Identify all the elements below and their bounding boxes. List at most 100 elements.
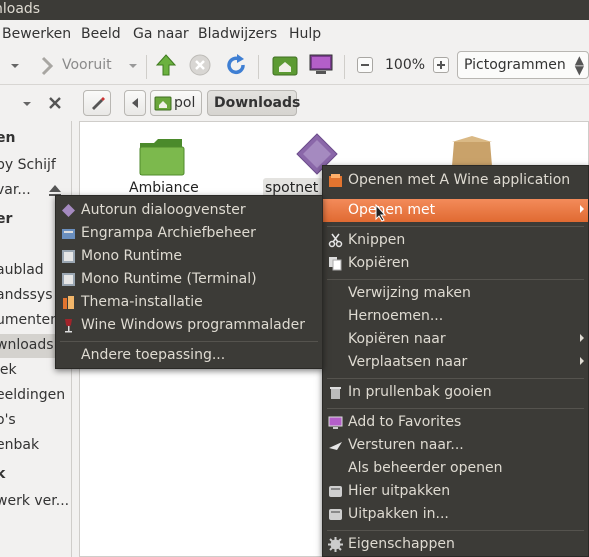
file-label-ambiance[interactable]: Ambiance [129, 180, 199, 196]
submenu-item-other-application[interactable]: Andere toepassing... [56, 344, 322, 367]
file-label-spotnet[interactable]: spotnet [265, 180, 318, 196]
theme-icon [63, 296, 74, 309]
submenu-arrow-icon [580, 357, 584, 365]
menu-item-open-with[interactable]: Openen met [323, 199, 588, 222]
sidebar-item-bestandssysteem[interactable]: andssys [0, 287, 53, 303]
menu-item-extract-to[interactable]: Uitpakken in... [323, 503, 588, 526]
sidebar-item-netwerk[interactable]: werk ver... [0, 493, 69, 509]
dropdown-arrow-icon[interactable] [10, 61, 20, 71]
copy-icon [329, 257, 342, 271]
scissors-icon [328, 233, 343, 248]
breadcrumb-home-label: pol [174, 95, 196, 111]
submenu-item-label: Mono Runtime (Terminal) [81, 271, 257, 287]
submenu-arrow-icon [580, 334, 584, 342]
path-back-button[interactable] [124, 90, 146, 116]
toolbar-separator [258, 55, 259, 79]
forward-button-label[interactable]: Vooruit [62, 57, 112, 73]
menu-item-open-as-admin[interactable]: Als beheerder openen [323, 457, 588, 480]
breadcrumb-current[interactable]: Downloads [207, 90, 301, 116]
archive-icon[interactable] [450, 136, 494, 166]
menu-item-extract-here[interactable]: Hier uitpakken [323, 480, 588, 503]
dropdown-arrow-icon[interactable] [22, 99, 32, 109]
breadcrumb-current-label: Downloads [214, 95, 301, 111]
trash-icon [330, 387, 341, 399]
submenu-item-label: Wine Windows programmalader [81, 317, 306, 333]
send-icon [329, 442, 342, 450]
mono-terminal-icon [62, 273, 75, 286]
menu-separator [327, 378, 584, 379]
window-titlebar: nloads [0, 0, 589, 20]
menu-item-label: Uitpakken in... [348, 506, 449, 522]
menu-item-label: Hernoemen... [348, 308, 444, 324]
menu-item-properties[interactable]: Eigenschappen [323, 533, 588, 556]
menu-item-label: Kopiëren naar [348, 331, 446, 347]
submenu-item-theme-installer[interactable]: Thema-installatie [56, 291, 322, 314]
menu-ga-naar[interactable]: Ga naar [133, 26, 189, 42]
extract-to-icon [329, 509, 342, 520]
menu-item-move-to[interactable]: Verplaatsen naar [323, 351, 588, 374]
menu-bladwijzers[interactable]: Bladwijzers [198, 26, 277, 42]
sidebar-item-floppy[interactable]: py Schijf [0, 157, 56, 173]
location-bar: pol Downloads [0, 86, 589, 120]
submenu-item-mono-runtime-terminal[interactable]: Mono Runtime (Terminal) [56, 268, 322, 291]
sidebar-item-muziek[interactable]: iek [0, 362, 17, 378]
menu-item-label: Versturen naar... [348, 437, 464, 453]
menu-item-label: Openen met A Wine application [348, 172, 571, 188]
stop-icon[interactable] [189, 54, 211, 76]
up-arrow-icon[interactable] [155, 53, 177, 77]
zoom-in-button[interactable] [433, 57, 449, 73]
menu-item-add-to-favorites[interactable]: Add to Favorites [323, 411, 588, 434]
submenu-item-wine-loader[interactable]: Wine Windows programmalader [56, 314, 322, 337]
sidebar-heading-netwerk: k [0, 466, 5, 482]
monitor-icon [328, 416, 343, 429]
menu-item-label: Verwijzing maken [348, 285, 471, 301]
menu-item-cut[interactable]: Knippen [323, 229, 588, 252]
menu-separator [327, 408, 584, 409]
reload-icon[interactable] [224, 53, 248, 77]
menu-item-label: Openen met [348, 202, 436, 218]
sidebar-item-documenten[interactable]: umenten [0, 312, 59, 328]
submenu-item-label: Engrampa Archiefbeheer [81, 225, 256, 241]
zoom-out-button[interactable] [357, 57, 373, 73]
chevron-left-icon [132, 98, 138, 108]
menu-item-open-with-wine[interactable]: Openen met A Wine application [323, 169, 588, 192]
menu-beeld[interactable]: Beeld [81, 26, 121, 42]
menu-item-label: Knippen [348, 232, 406, 248]
menu-bewerken[interactable]: Bewerken [2, 26, 71, 42]
view-mode-select[interactable]: Pictogrammen ▲ ▼ [457, 51, 589, 79]
menu-item-make-link[interactable]: Verwijzing maken [323, 282, 588, 305]
menu-separator [60, 341, 318, 342]
forward-icon[interactable] [40, 56, 54, 76]
menu-hulp[interactable]: Hulp [289, 26, 321, 42]
submenu-item-mono-runtime[interactable]: Mono Runtime [56, 245, 322, 268]
sidebar-item-prullenbak[interactable]: enbak [0, 437, 39, 453]
menu-separator [327, 530, 584, 531]
gear-icon [328, 537, 343, 552]
menu-item-copy-to[interactable]: Kopiëren naar [323, 328, 588, 351]
sidebar-item-volume[interactable]: var... [0, 182, 31, 198]
mono-icon [62, 250, 75, 263]
submenu-item-autorun[interactable]: Autorun dialoogvenster [56, 199, 322, 222]
extract-icon [329, 486, 342, 497]
close-icon[interactable] [48, 96, 62, 110]
submenu-item-label: Andere toepassing... [81, 347, 226, 363]
edit-location-button[interactable] [83, 90, 111, 116]
sidebar-item-videos[interactable]: o's [0, 412, 16, 428]
menu-item-copy[interactable]: Kopiëren [323, 252, 588, 275]
home-folder-icon[interactable] [272, 54, 298, 76]
breadcrumb-home[interactable]: pol [150, 90, 202, 116]
menu-item-label: Eigenschappen [348, 536, 455, 552]
pencil-icon [92, 97, 105, 110]
folder-icon[interactable] [138, 137, 186, 177]
dropdown-arrow-icon[interactable] [128, 61, 138, 71]
view-mode-value: Pictogrammen [464, 57, 566, 73]
sidebar-item-bureaublad[interactable]: aublad [0, 262, 44, 278]
submenu-item-engrampa[interactable]: Engrampa Archiefbeheer [56, 222, 322, 245]
computer-icon[interactable] [309, 53, 333, 77]
sidebar-heading-persoonlijk: er [0, 211, 13, 227]
menu-item-rename[interactable]: Hernoemen... [323, 305, 588, 328]
menu-item-send-to[interactable]: Versturen naar... [323, 434, 588, 457]
menu-separator [327, 226, 584, 227]
sidebar-item-afbeeldingen[interactable]: eeldingen [0, 387, 65, 403]
menu-item-move-to-trash[interactable]: In prullenbak gooien [323, 381, 588, 404]
